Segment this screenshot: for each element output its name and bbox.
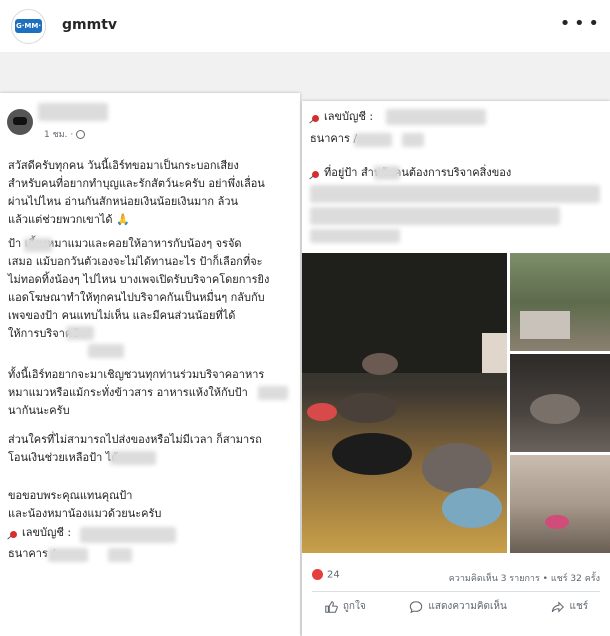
share-icon xyxy=(551,600,564,613)
more-options-icon[interactable]: • • • xyxy=(560,13,599,34)
redacted-address xyxy=(310,229,400,243)
cats-photo-main[interactable] xyxy=(302,253,507,553)
facebook-post-left: 1 ชม. · สวัสดีครับทุกคน วันนี้เอิร์ทขอมา… xyxy=(0,93,300,636)
account-label: เลขบัญชี : xyxy=(22,526,72,539)
bank-label: ธนาคาร / xyxy=(310,132,358,145)
photo-grid xyxy=(302,253,610,553)
paragraph-3: ทั้งนี้เอิร์ทอยากจะมาเชิญชวนทุกท่านร่วมบ… xyxy=(8,368,265,417)
comment-icon xyxy=(410,600,423,613)
gmm-logo: G·MM· xyxy=(15,19,42,33)
share-button[interactable]: แชร์ xyxy=(551,599,588,614)
redaction xyxy=(88,344,124,358)
post-time: 1 ชม. · xyxy=(44,127,86,141)
fb-avatar xyxy=(7,109,33,135)
redaction xyxy=(66,326,94,340)
post-stats[interactable]: ความคิดเห็น 3 รายการ • แชร์ 32 ครั้ง xyxy=(449,571,600,585)
username[interactable]: gmmtv xyxy=(62,17,117,33)
redacted-bank xyxy=(48,548,88,562)
like-button[interactable]: ถูกใจ xyxy=(324,599,366,614)
redaction xyxy=(24,238,52,252)
redacted-name xyxy=(38,103,108,121)
redaction xyxy=(374,166,400,180)
heart-icon xyxy=(312,569,323,580)
paragraph-5: ขอขอบพระคุณแทนคุณป้า และน้องหมาน้องแมวด้… xyxy=(8,489,162,520)
redacted-bank xyxy=(108,548,132,562)
pin-icon xyxy=(312,171,319,178)
address-label: ที่อยู่ป้า สำหรับคนต้องการบริจาคสิ่งของ xyxy=(324,166,512,179)
globe-icon xyxy=(76,130,86,139)
post-header: G·MM· gmmtv • • • xyxy=(0,0,610,53)
redacted-address xyxy=(310,185,600,203)
thumbs-up-icon xyxy=(325,600,338,613)
comment-button[interactable]: แสดงความคิดเห็น xyxy=(409,599,507,614)
pin-icon xyxy=(312,115,319,122)
redacted-account xyxy=(386,109,486,125)
facebook-post-right: เลขบัญชี : ธนาคาร / ที่อยู่ป้า สำหรับคนต… xyxy=(302,101,610,636)
cats-photo-2[interactable] xyxy=(510,253,610,351)
reaction-summary[interactable]: 24 xyxy=(312,569,340,581)
redacted-address xyxy=(310,207,560,225)
paragraph-1: สวัสดีครับทุกคน วันนี้เอิร์ทขอมาเป็นกระบ… xyxy=(8,159,265,226)
post-actions: ถูกใจ แสดงความคิดเห็น แชร์ xyxy=(302,599,610,614)
account-avatar[interactable]: G·MM· xyxy=(11,9,46,44)
redacted-bank xyxy=(402,133,424,147)
redacted-bank xyxy=(354,133,392,147)
divider xyxy=(312,591,600,592)
pin-icon xyxy=(10,531,17,538)
post-image: 1 ชม. · สวัสดีครับทุกคน วันนี้เอิร์ทขอมา… xyxy=(0,53,610,636)
cats-photo-3[interactable] xyxy=(510,354,610,452)
redaction xyxy=(258,386,288,400)
redacted-account xyxy=(80,527,176,543)
redaction xyxy=(110,451,156,465)
account-label: เลขบัญชี : xyxy=(324,110,374,123)
cats-photo-4[interactable] xyxy=(510,455,610,553)
